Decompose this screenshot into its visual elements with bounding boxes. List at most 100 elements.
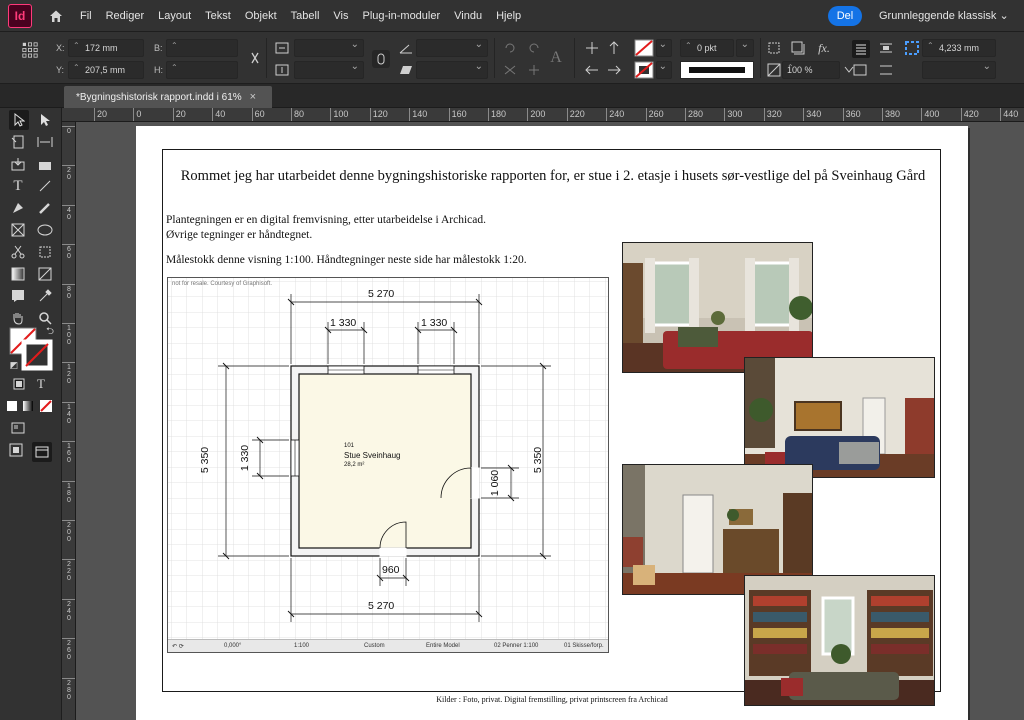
height-field[interactable] (166, 61, 238, 79)
body-line-3[interactable]: Målestokk denne visning 1:100. Håndtegni… (166, 253, 527, 268)
rectangle-frame-tool-icon[interactable] (10, 222, 26, 238)
page-tool-icon[interactable] (10, 134, 26, 150)
scale-y-dropdown[interactable] (294, 61, 364, 79)
menu-tabell[interactable]: Tabell (291, 10, 320, 22)
content-collector-icon[interactable] (10, 156, 26, 172)
frame-fitting-icon[interactable] (766, 40, 782, 56)
photo-living-room-bookshelves[interactable] (744, 575, 935, 706)
normal-mode-icon[interactable] (8, 442, 24, 458)
share-button[interactable]: Del (828, 6, 862, 26)
menu-fil[interactable]: Fil (80, 10, 92, 22)
note-tool-icon[interactable] (10, 288, 26, 304)
swap-fill-stroke-icon[interactable]: ⮌ (42, 324, 58, 340)
select-next-icon[interactable] (606, 62, 622, 78)
gap-field[interactable]: 4,233 mm (922, 39, 996, 57)
free-transform-tool-icon[interactable] (37, 244, 53, 260)
select-content-icon[interactable] (606, 40, 622, 56)
pencil-tool-icon[interactable] (37, 200, 53, 216)
apply-none-icon[interactable] (38, 398, 54, 414)
line-tool-icon[interactable] (37, 178, 53, 194)
stroke-weight-field[interactable]: 0 pkt (680, 39, 734, 57)
text-wrap-none-icon[interactable] (852, 40, 870, 58)
menu-vis[interactable]: Vis (333, 10, 348, 22)
document-page[interactable]: Rommet jeg har utarbeidet denne bygnings… (136, 126, 968, 720)
type-on-frame-icon[interactable]: A (548, 49, 564, 66)
gradient-swatch-tool-icon[interactable] (10, 266, 26, 282)
x-position-field[interactable]: 172 mm (68, 39, 144, 57)
source-caption[interactable]: Kilder : Foto, privat. Digital fremstill… (136, 695, 968, 704)
workspace-switcher[interactable]: Grunnleggende klassisk ⌄ (879, 9, 1009, 22)
apply-gradient-icon[interactable] (20, 398, 36, 414)
drop-shadow-icon[interactable] (790, 40, 806, 56)
preview-mode-icon[interactable] (32, 442, 52, 462)
formatting-container-icon[interactable] (11, 376, 27, 392)
text-wrap-jump-icon[interactable] (878, 62, 894, 78)
effects-icon[interactable]: fx. (816, 40, 832, 56)
control-panel: X: 172 mm Y: 207,5 mm B: H: A 0 pkt fx. … (0, 32, 1024, 84)
page-title[interactable]: Rommet jeg har utarbeidet denne bygnings… (177, 166, 929, 186)
dimension-window-right: 1 330 (421, 317, 448, 329)
flip-vertical-icon[interactable] (526, 62, 542, 78)
body-line-1[interactable]: Plantegningen er en digital fremvisning,… (166, 213, 486, 228)
reference-point-icon[interactable] (22, 42, 38, 58)
home-icon[interactable] (46, 6, 66, 26)
stroke-dropdown[interactable] (656, 61, 672, 79)
body-line-2[interactable]: Øvrige tegninger er håndtegnet. (166, 228, 312, 243)
vertical-ruler[interactable]: 0 20 40 60 80 100 120 140 160 180 200 220 240 260 280 (62, 122, 76, 720)
menu-plugins[interactable]: Plug-in-moduler (363, 10, 441, 22)
shear-dropdown[interactable] (416, 61, 488, 79)
dimension-right-door: 1 060 (489, 469, 502, 497)
floor-plan-image[interactable]: not for resale. Courtesy of Graphisoft. … (167, 277, 609, 653)
link-scale-icon[interactable] (372, 50, 390, 68)
content-placer-icon[interactable] (37, 156, 53, 172)
gradient-feather-tool-icon[interactable] (37, 266, 53, 282)
pen-tool-icon[interactable] (10, 200, 26, 216)
formatting-text-icon[interactable]: T (33, 376, 49, 392)
menu-objekt[interactable]: Objekt (245, 10, 277, 22)
photo-living-room-sofa[interactable] (744, 357, 935, 478)
scale-x-dropdown[interactable] (294, 39, 364, 57)
scale-y-icon (274, 62, 290, 78)
rotate-cw-icon[interactable] (502, 40, 518, 56)
select-container-icon[interactable] (584, 40, 600, 56)
menu-hjelp[interactable]: Hjelp (496, 10, 521, 22)
menu-tekst[interactable]: Tekst (205, 10, 231, 22)
screen-mode-icon[interactable] (10, 420, 26, 436)
fill-dropdown[interactable] (656, 39, 672, 57)
selection-tool-icon[interactable] (9, 110, 29, 130)
text-wrap-shape-icon[interactable] (852, 62, 868, 78)
menu-layout[interactable]: Layout (158, 10, 191, 22)
scissors-tool-icon[interactable] (10, 244, 26, 260)
document-tab[interactable]: *Bygningshistorisk rapport.indd i 61% × (64, 86, 272, 108)
menu-vindu[interactable]: Vindu (454, 10, 482, 22)
default-fill-stroke-icon[interactable]: ◩ (6, 358, 22, 374)
type-tool-icon[interactable]: T (10, 178, 26, 194)
rotate-ccw-icon[interactable] (526, 40, 542, 56)
ellipse-tool-icon[interactable] (37, 222, 53, 238)
stroke-none-swatch-icon[interactable] (634, 61, 654, 79)
gap-tool-icon[interactable] (37, 134, 53, 150)
rotation-dropdown[interactable] (416, 39, 488, 57)
ruler-left-tick: 200 (62, 520, 75, 543)
photo-living-room-windows[interactable] (622, 242, 813, 373)
hand-tool-icon[interactable] (10, 310, 26, 326)
flip-horizontal-icon[interactable] (502, 62, 518, 78)
eyedropper-tool-icon[interactable] (37, 288, 53, 304)
content-frame[interactable]: Rommet jeg har utarbeidet denne bygnings… (162, 149, 941, 706)
width-field[interactable] (166, 39, 238, 57)
fill-none-swatch-icon[interactable] (634, 39, 654, 57)
horizontal-ruler[interactable]: 20 0 20 40 60 80 100 120 140 160 180 200 220 240 260 28… (62, 108, 1024, 122)
constrain-proportions-icon[interactable] (247, 50, 263, 66)
select-previous-icon[interactable] (584, 62, 600, 78)
direct-selection-tool-icon[interactable] (37, 112, 53, 128)
y-position-field[interactable]: 207,5 mm (68, 61, 144, 79)
apply-color-icon[interactable] (4, 398, 20, 414)
ruler-top-tick: 260 (645, 108, 664, 121)
stroke-weight-dropdown[interactable] (736, 39, 754, 57)
close-tab-icon[interactable]: × (250, 91, 256, 103)
menu-rediger[interactable]: Rediger (106, 10, 145, 22)
stroke-type-selector[interactable] (680, 61, 754, 79)
style-dropdown[interactable] (922, 61, 996, 79)
text-wrap-bbox-icon[interactable] (878, 40, 894, 56)
opacity-field[interactable]: 100 % (782, 61, 840, 79)
